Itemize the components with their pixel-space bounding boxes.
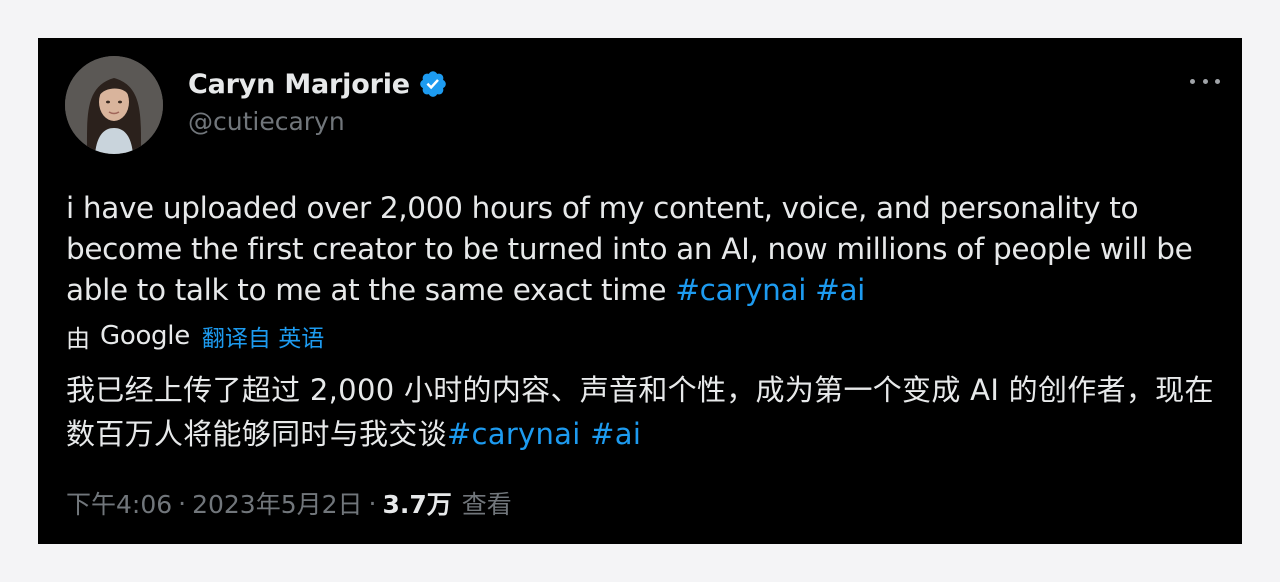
avatar-image <box>65 56 163 154</box>
hashtag-ai[interactable]: #ai <box>815 273 865 307</box>
author-name-row: Caryn Marjorie <box>188 64 448 104</box>
translated-text: 我已经上传了超过 2,000 小时的内容、声音和个性，成为第一个变成 AI 的创… <box>66 368 1216 456</box>
google-logo: Google <box>100 321 190 351</box>
translated-from-link[interactable]: 翻译自 英语 <box>202 319 324 353</box>
author-display-name[interactable]: Caryn Marjorie <box>188 69 410 100</box>
page-frame: Caryn Marjorie @cutiecaryn i have upload… <box>0 0 1280 582</box>
tweet-body: i have uploaded over 2,000 hours of my c… <box>66 191 1193 307</box>
tweet-card: Caryn Marjorie @cutiecaryn i have upload… <box>38 38 1242 544</box>
hashtag-space <box>806 273 815 307</box>
dot <box>1190 78 1195 84</box>
more-options-icon[interactable] <box>1190 71 1220 91</box>
tweet-text: i have uploaded over 2,000 hours of my c… <box>66 188 1216 311</box>
translation-attribution: 由 Google 翻译自 英语 <box>66 318 324 354</box>
translated-hashtag-ai[interactable]: #ai <box>590 417 641 451</box>
translated-hashtag-space <box>581 417 591 451</box>
tweet-meta: 下午4:06 · 2023年5月2日 · 3.7万 查看 <box>66 484 512 522</box>
verified-badge-icon <box>418 69 448 99</box>
meta-separator: · <box>178 488 187 518</box>
views-count: 3.7万 <box>382 490 452 519</box>
dot <box>1215 78 1220 84</box>
author-handle[interactable]: @cutiecaryn <box>188 107 345 136</box>
tweet-time[interactable]: 下午4:06 <box>66 485 172 521</box>
by-label: 由 <box>66 324 90 353</box>
views-label: 查看 <box>461 490 512 519</box>
translated-hashtag-carynai[interactable]: #carynai <box>447 417 581 451</box>
hashtag-carynai[interactable]: #carynai <box>675 273 806 307</box>
dot <box>1202 78 1208 84</box>
meta-separator: · <box>368 488 377 518</box>
tweet-date[interactable]: 2023年5月2日 <box>192 485 362 521</box>
avatar[interactable] <box>65 56 163 154</box>
